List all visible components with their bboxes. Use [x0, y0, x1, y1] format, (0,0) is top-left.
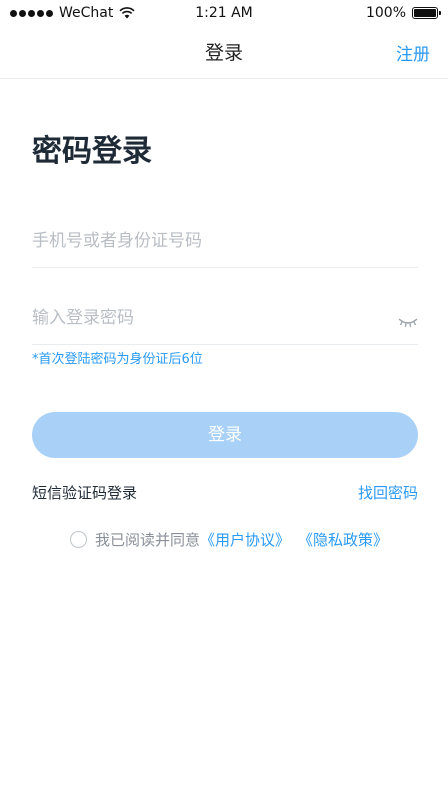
nav-title: 登录 [204, 42, 243, 64]
battery-icon [412, 7, 441, 19]
login-screen: WeChat 1:21 AM 100% 登录 注册 密码登录 手机号或者身份证号… [0, 0, 448, 798]
sms-login-link[interactable]: 短信验证码登录 [32, 482, 137, 503]
status-bar: WeChat 1:21 AM 100% [0, 0, 448, 28]
nav-bar: 登录 注册 [0, 28, 448, 79]
login-button[interactable]: 登录 [32, 412, 418, 458]
password-field [32, 300, 418, 345]
phone-field [32, 223, 418, 268]
password-input[interactable] [32, 308, 380, 328]
status-right: 100% [365, 5, 441, 21]
agreement-row: 我已阅读并同意 《用户协议》 《隐私政策》 [70, 529, 388, 550]
password-hint: *首次登陆密码为身份证后6位 [32, 352, 203, 367]
forgot-password-link[interactable]: 找回密码 [358, 482, 418, 503]
page-title: 密码登录 [32, 134, 152, 169]
eye-closed-icon[interactable] [398, 316, 418, 328]
privacy-policy-link[interactable]: 《隐私政策》 [298, 529, 388, 550]
radio-unchecked-icon[interactable] [70, 531, 87, 548]
agreement-prefix: 我已阅读并同意 [95, 531, 201, 549]
battery-percent: 100% [365, 5, 406, 21]
register-link[interactable]: 注册 [396, 40, 430, 65]
phone-input[interactable] [32, 231, 380, 251]
user-agreement-link[interactable]: 《用户协议》 [200, 529, 290, 550]
